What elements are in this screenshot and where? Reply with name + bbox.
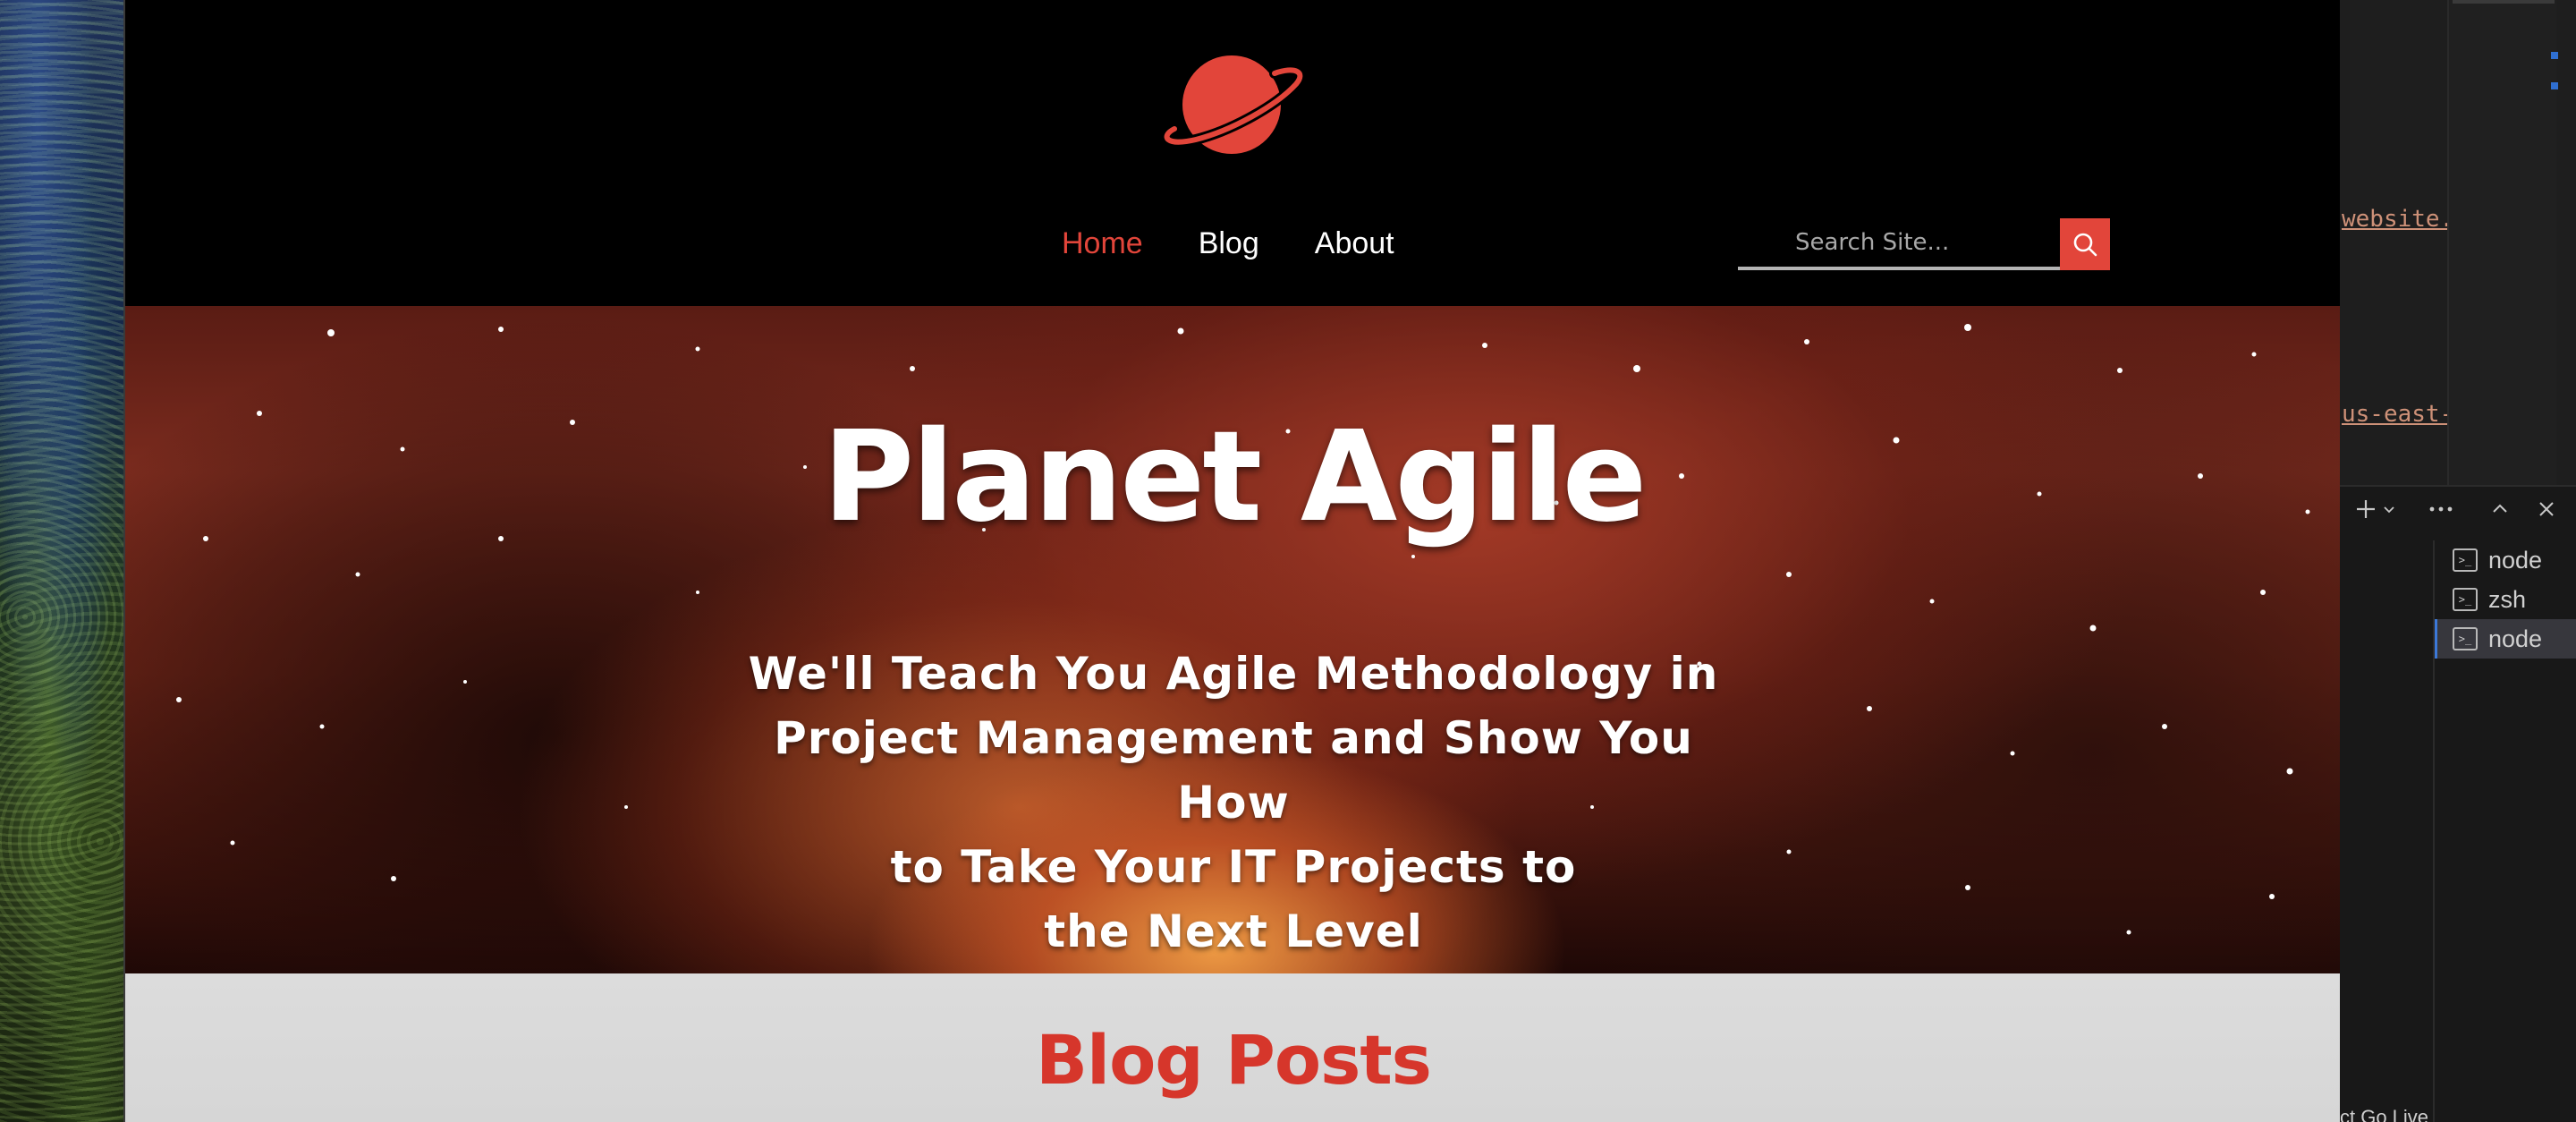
minimap-viewport [2453, 0, 2555, 4]
terminal-item-zsh[interactable]: >_ zsh [2435, 580, 2576, 619]
terminal-panel: >_ node >_ zsh >_ node [2340, 485, 2576, 1122]
new-terminal-plus-icon[interactable] [2352, 496, 2379, 523]
nav-blog-link[interactable]: Blog [1199, 226, 1259, 261]
website-window: Home Blog About Search Site... Planet Ag… [123, 0, 2340, 1122]
code-line: website. [2342, 206, 2454, 233]
editor-code-area[interactable]: website. us-east- [2340, 0, 2576, 485]
main-nav: Home Blog About [1062, 222, 1394, 265]
scrollbar-marker [2551, 82, 2558, 89]
blog-section: Blog Posts [125, 973, 2340, 1122]
hero-tagline: We'll Teach You Agile Methodology in Pro… [741, 642, 1725, 964]
tagline-line: to Take Your IT Projects to [890, 841, 1577, 893]
terminal-item-label: zsh [2488, 585, 2527, 613]
terminal-list: >_ node >_ zsh >_ node [2433, 540, 2576, 1122]
nav-about-link[interactable]: About [1315, 226, 1394, 261]
code-line: us-east- [2342, 401, 2454, 428]
terminal-icon: >_ [2453, 588, 2478, 611]
blog-section-title: Blog Posts [1036, 1020, 1432, 1100]
terminal-item-label: node [2488, 625, 2543, 652]
search-button[interactable] [2060, 218, 2110, 270]
terminal-icon: >_ [2453, 548, 2478, 572]
desktop-wallpaper [0, 0, 125, 1122]
search-input[interactable] [1738, 218, 2060, 270]
scrollbar-marker [2551, 52, 2558, 59]
planet-logo-icon[interactable] [1160, 47, 1303, 163]
terminal-item-node-active[interactable]: >_ node [2435, 619, 2576, 659]
terminal-item-node[interactable]: >_ node [2435, 540, 2576, 580]
maximize-panel-chevron-up-icon[interactable] [2487, 496, 2513, 523]
code-editor-panel: website. us-east- >_ node >_ zsh >_ node… [2340, 0, 2576, 1122]
site-search [1738, 218, 2110, 270]
hero-title: Planet Agile [822, 404, 1648, 550]
editor-minimap[interactable] [2447, 0, 2556, 485]
terminal-dropdown-chevron-down-icon[interactable] [2381, 496, 2397, 523]
more-actions-ellipsis-icon[interactable] [2428, 496, 2454, 523]
nav-home-link[interactable]: Home [1062, 226, 1143, 261]
terminal-toolbar [2340, 487, 2576, 531]
tagline-line: Project Management and Show You How [774, 712, 1693, 829]
tagline-line: the Next Level [1044, 905, 1423, 957]
search-icon [2073, 233, 2097, 257]
editor-status-bar[interactable]: ct Go Live [2340, 1106, 2576, 1122]
site-header: Home Blog About [125, 0, 2340, 306]
tagline-line: We'll Teach You Agile Methodology in [748, 648, 1719, 700]
hero-banner: Planet Agile We'll Teach You Agile Metho… [125, 306, 2340, 973]
terminal-icon: >_ [2453, 627, 2478, 650]
close-panel-close-icon[interactable] [2533, 496, 2560, 523]
terminal-item-label: node [2488, 546, 2543, 574]
